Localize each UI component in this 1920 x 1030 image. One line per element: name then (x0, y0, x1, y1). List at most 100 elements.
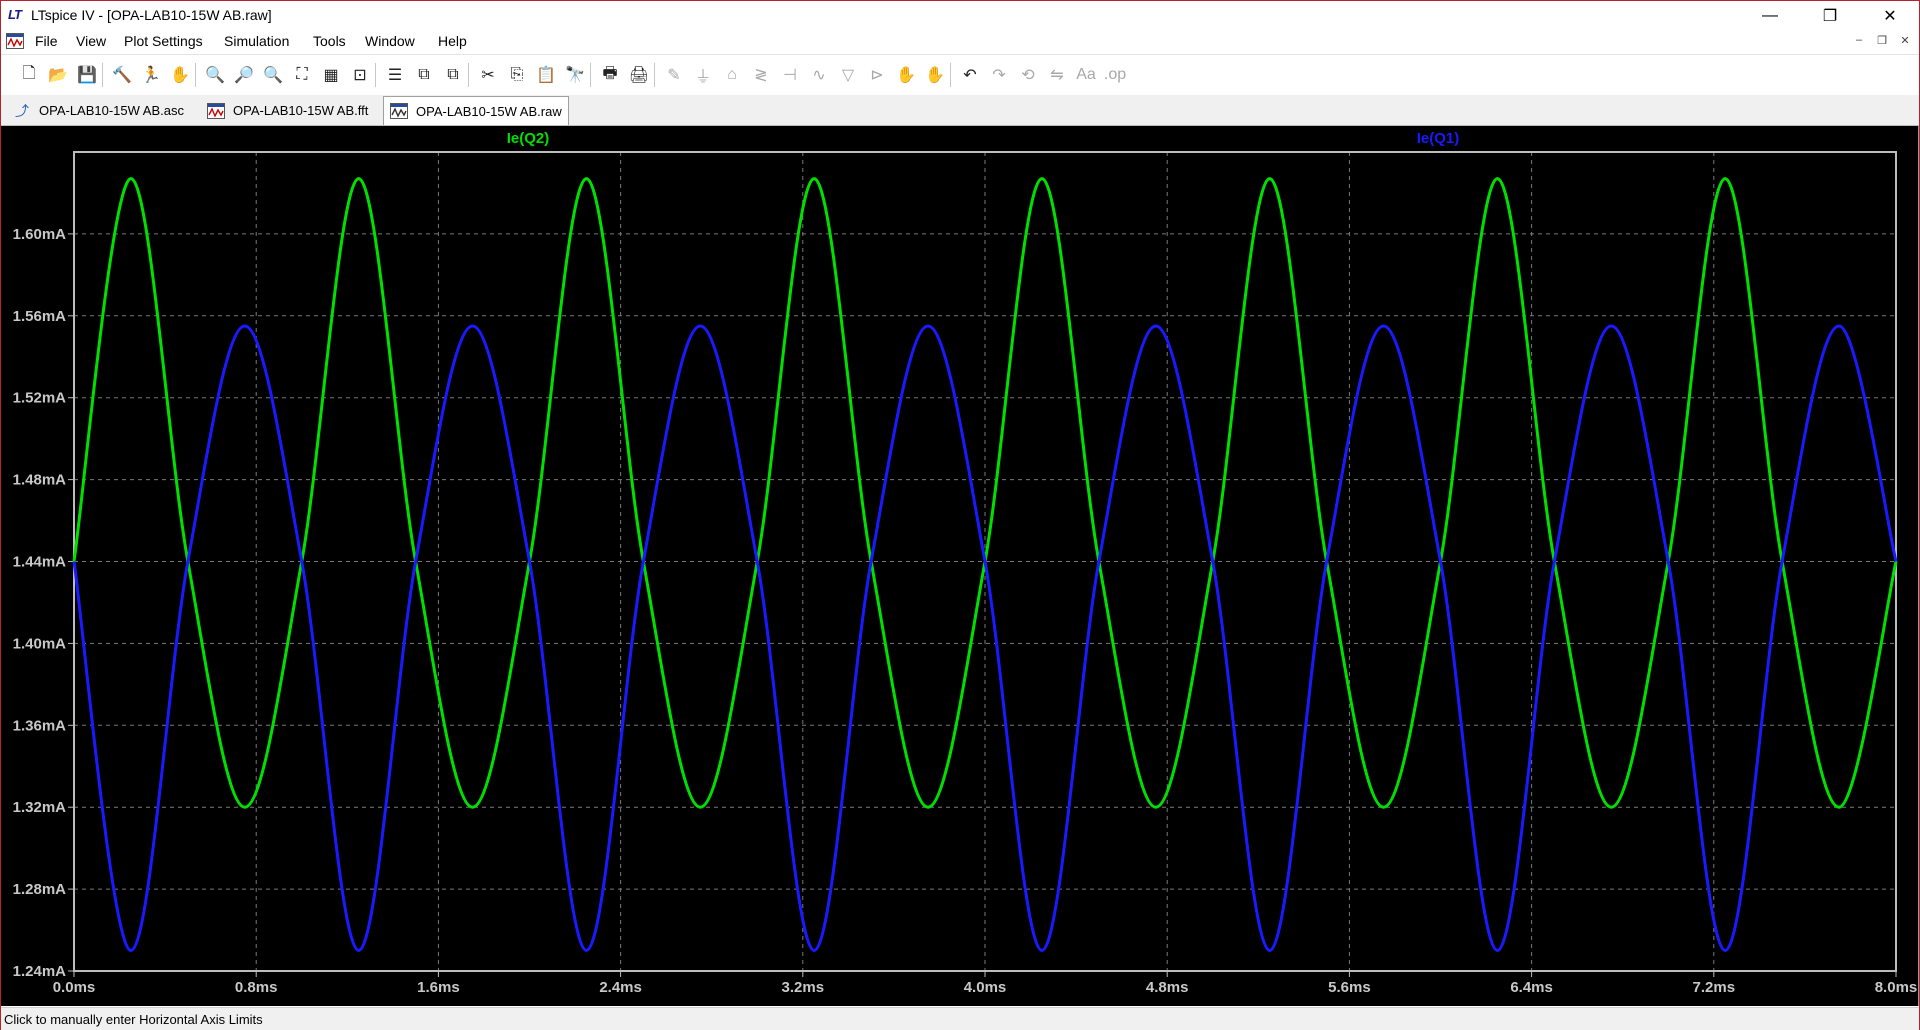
print-setup-icon[interactable]: 🖶 (598, 63, 622, 87)
toolbar-separator (375, 63, 376, 87)
move-icon[interactable]: ✋ (894, 63, 918, 87)
x-tick-label: 0.0ms (53, 979, 96, 996)
toolbar-separator (195, 63, 196, 87)
tile-horizontal-icon[interactable]: ☰ (383, 63, 407, 87)
mdi-minimize-button[interactable]: – (1851, 34, 1867, 46)
tab-fft[interactable]: OPA-LAB10-15W AB.fft (201, 98, 374, 123)
component-icon[interactable]: ⊳ (865, 63, 889, 87)
tab-schematic[interactable]: ⤴ OPA-LAB10-15W AB.asc (7, 98, 190, 123)
menu-file[interactable]: File (35, 33, 58, 49)
legend-label-1[interactable]: Ie(Q1) (1417, 130, 1460, 147)
spice-directive-icon[interactable]: .op (1103, 63, 1127, 87)
x-tick-label: 5.6ms (1328, 979, 1371, 996)
menu-bar: File View Plot Settings Simulation Tools… (1, 31, 1919, 53)
menu-view[interactable]: View (76, 33, 106, 49)
menu-simulation[interactable]: Simulation (224, 33, 289, 49)
text-icon[interactable]: Aa (1074, 63, 1098, 87)
fit-icon[interactable]: ⊡ (348, 63, 372, 87)
print-icon[interactable]: 🖨 (627, 63, 651, 87)
pan-icon[interactable]: ✋ (168, 63, 192, 87)
y-tick-label: 1.48mA (13, 472, 67, 489)
rotate-icon[interactable]: ⟲ (1016, 63, 1040, 87)
tab-label: OPA-LAB10-15W AB.fft (233, 103, 369, 118)
menu-plot-settings[interactable]: Plot Settings (124, 33, 203, 49)
mdi-restore-button[interactable]: ❐ (1874, 34, 1890, 47)
new-schematic-icon[interactable]: 🗋 (17, 63, 41, 87)
label-net-icon[interactable]: ⌂ (720, 63, 744, 87)
document-tab-bar: ⤴ OPA-LAB10-15W AB.asc OPA-LAB10-15W AB.… (1, 95, 1919, 126)
zoom-out-icon[interactable]: 🔍 (261, 63, 285, 87)
inductor-icon[interactable]: ∿ (807, 63, 831, 87)
save-icon[interactable]: 💾 (75, 63, 99, 87)
status-text: Click to manually enter Horizontal Axis … (4, 1012, 263, 1027)
diode-icon[interactable]: ▽ (836, 63, 860, 87)
waveform-chart[interactable]: 0.0ms 0.8ms 1.6ms 2.4ms 3.2ms 4.0ms 4.8ms 5.6ms… (1, 126, 1919, 1006)
schematic-icon: ⤴ (15, 102, 29, 119)
tab-label: OPA-LAB10-15W AB.asc (39, 103, 184, 118)
window-title: LTspice IV - [OPA-LAB10-15W AB.raw] (31, 7, 272, 23)
y-tick-label: 1.52mA (13, 390, 67, 407)
toolbar-separator (102, 63, 103, 87)
legend-label-0[interactable]: Ie(Q2) (507, 130, 550, 147)
toolbar-separator (950, 63, 951, 87)
y-tick-label: 1.28mA (13, 881, 67, 898)
status-bar: Click to manually enter Horizontal Axis … (1, 1007, 1919, 1030)
undo-icon[interactable]: ↶ (958, 63, 982, 87)
toolbar-separator (468, 63, 469, 87)
menu-help[interactable]: Help (438, 33, 467, 49)
toolbar: 🗋 📂 💾 🔨 🏃 ✋ 🔍 🔎 🔍 ⛶ ▦ ⊡ ☰ ⧉ ⧉ ✂ ⎘ 📋 🔭 🖶 🖨 ✎ ⏚ ⌂ ≷ ⊣ ∿ ▽ ⊳ ✋ ✋ ↶ ↷ ⟲ ⇋ Aa .op (1, 54, 1919, 96)
ground-icon[interactable]: ⏚ (691, 63, 715, 87)
toolbar-separator (590, 63, 591, 87)
minimize-button[interactable]: — (1747, 1, 1793, 31)
x-tick-label: 1.6ms (417, 979, 460, 996)
open-icon[interactable]: 📂 (46, 63, 70, 87)
control-panel-icon[interactable]: 🔨 (110, 63, 134, 87)
menu-window[interactable]: Window (365, 33, 415, 49)
find-icon[interactable]: 🔭 (563, 63, 587, 87)
x-tick-label: 3.2ms (782, 979, 825, 996)
mdi-close-button[interactable]: ✕ (1897, 34, 1913, 47)
zoom-in-icon[interactable]: 🔍 (203, 63, 227, 87)
capacitor-icon[interactable]: ⊣ (778, 63, 802, 87)
autorange-icon[interactable]: ▦ (319, 63, 343, 87)
copy-icon[interactable]: ⎘ (505, 63, 529, 87)
x-tick-label: 8.0ms (1875, 979, 1918, 996)
y-tick-label: 1.40mA (13, 635, 67, 652)
mirror-icon[interactable]: ⇋ (1045, 63, 1069, 87)
toolbar-separator (654, 63, 655, 87)
x-tick-label: 4.8ms (1146, 979, 1189, 996)
tab-raw[interactable]: OPA-LAB10-15W AB.raw (383, 96, 569, 125)
waveform-icon (390, 103, 408, 119)
tab-label: OPA-LAB10-15W AB.raw (416, 103, 562, 119)
x-tick-label: 6.4ms (1510, 979, 1553, 996)
y-tick-label: 1.36mA (13, 717, 67, 734)
tile-vertical-icon[interactable]: ⧉ (441, 63, 465, 87)
redo-icon[interactable]: ↷ (987, 63, 1011, 87)
x-tick-label: 4.0ms (964, 979, 1007, 996)
menu-tools[interactable]: Tools (313, 33, 346, 49)
ltspice-logo-icon: LT (8, 7, 22, 22)
drag-icon[interactable]: ✋ (923, 63, 947, 87)
waveform-icon (207, 102, 225, 119)
y-tick-label: 1.56mA (13, 308, 67, 325)
right-edge (1918, 126, 1919, 1006)
zoom-fit-icon[interactable]: ⛶ (290, 63, 314, 87)
y-tick-label: 1.44mA (13, 554, 67, 571)
resistor-icon[interactable]: ≷ (749, 63, 773, 87)
cascade-icon[interactable]: ⧉ (412, 63, 436, 87)
cut-icon[interactable]: ✂ (476, 63, 500, 87)
paste-icon[interactable]: 📋 (534, 63, 558, 87)
maximize-button[interactable]: ❐ (1807, 1, 1853, 31)
title-bar: LT LTspice IV - [OPA-LAB10-15W AB.raw] —… (1, 1, 1919, 31)
wire-icon[interactable]: ✎ (662, 63, 686, 87)
waveform-plot-pane[interactable]: 0.0ms 0.8ms 1.6ms 2.4ms 3.2ms 4.0ms 4.8ms 5.6ms… (1, 126, 1919, 1006)
y-tick-label: 1.32mA (13, 799, 67, 816)
waveform-window-icon[interactable] (6, 33, 24, 49)
x-tick-label: 0.8ms (235, 979, 278, 996)
close-button[interactable]: ✕ (1867, 1, 1913, 31)
x-tick-label: 2.4ms (599, 979, 642, 996)
zoom-area-icon[interactable]: 🔎 (232, 63, 256, 87)
y-tick-label: 1.60mA (13, 226, 67, 243)
run-icon[interactable]: 🏃 (139, 63, 163, 87)
x-tick-label: 7.2ms (1693, 979, 1736, 996)
